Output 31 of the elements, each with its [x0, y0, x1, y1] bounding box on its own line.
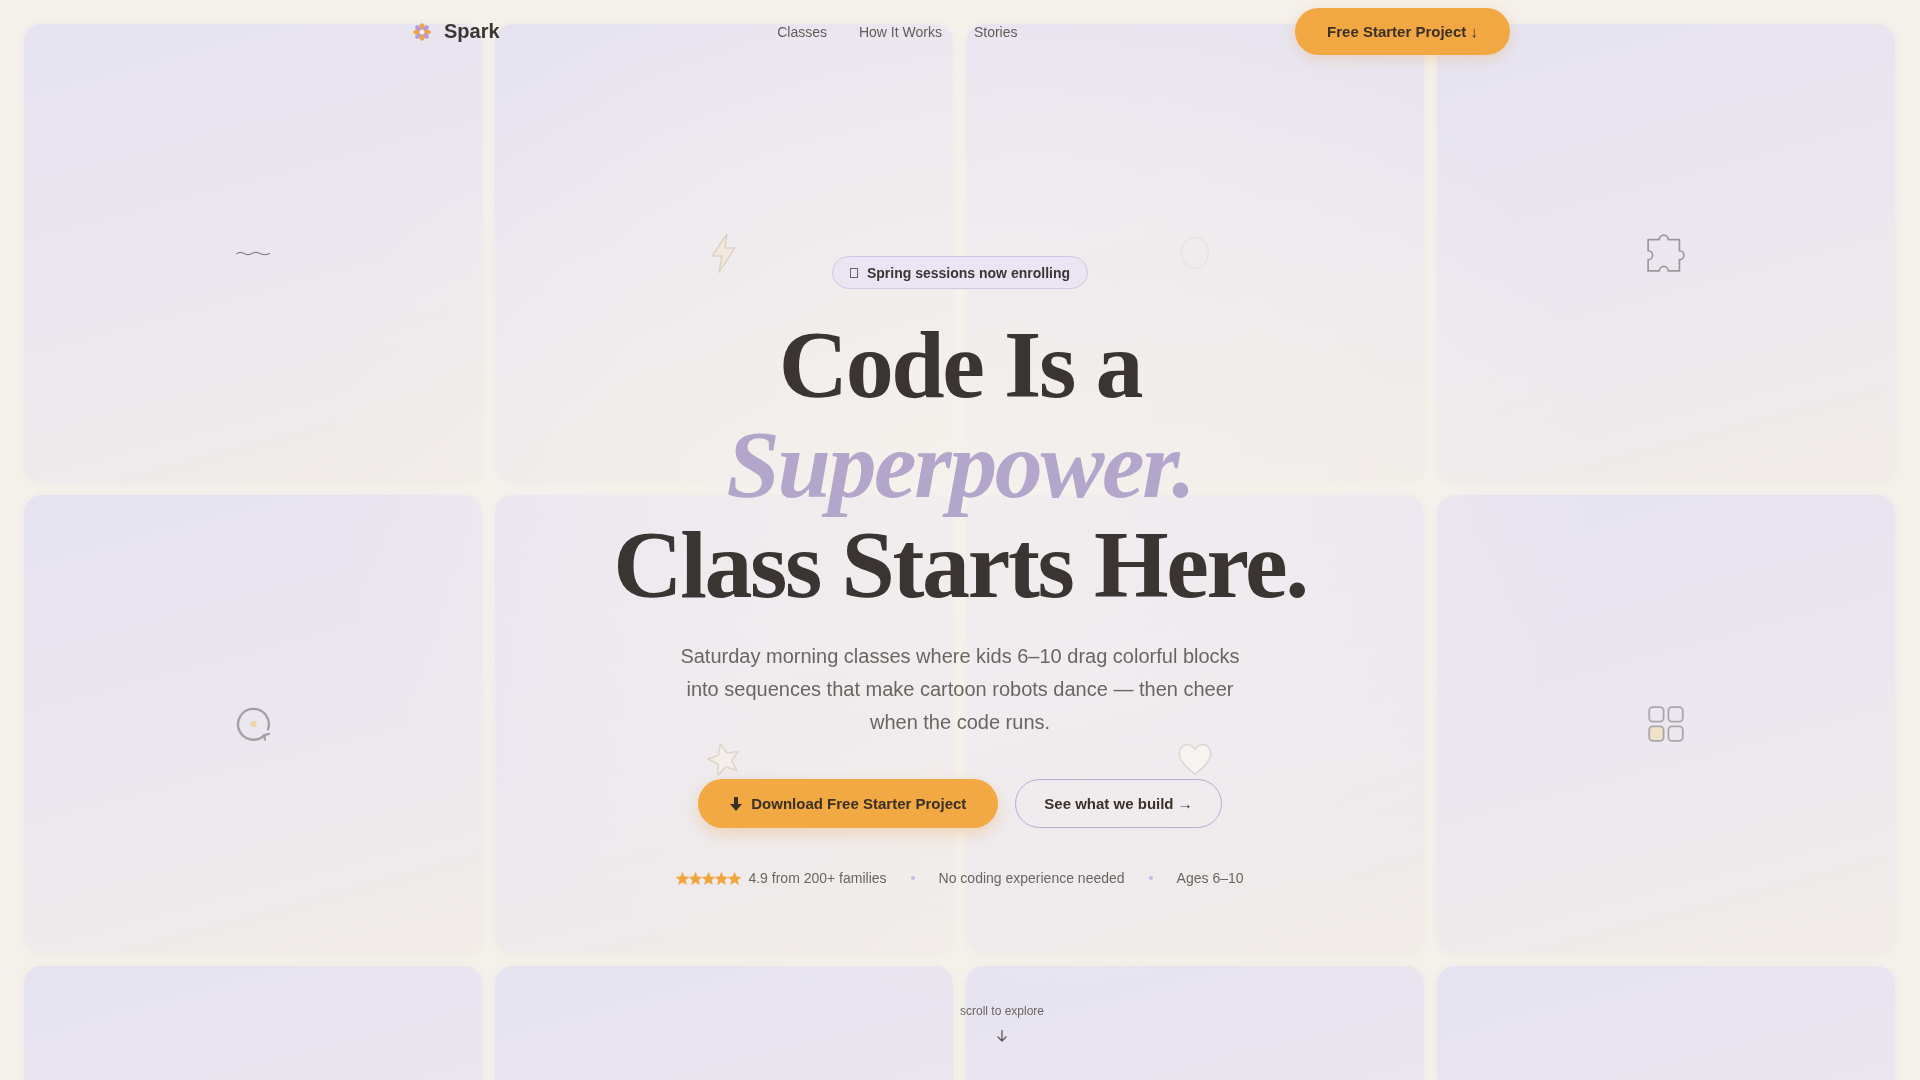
star-icon [689, 871, 703, 885]
download-project-button[interactable]: Download Free Starter Project [698, 779, 999, 828]
square-icon [850, 267, 858, 278]
separator-dot-icon [1148, 876, 1153, 880]
feature-text: Ages 6–10 [1176, 870, 1244, 886]
star-icon [702, 871, 716, 885]
nav-link[interactable]: Stories [973, 23, 1018, 40]
star-icon [676, 871, 690, 885]
flower-logo-icon [413, 22, 431, 41]
star-outline-icon [707, 742, 741, 776]
hero-description: Saturday morning classes where kids 6–10 drag colorful blocks into sequences that make cartoon robots dance — then cheer when the code runs. [679, 644, 1241, 735]
down-arrow-icon [730, 796, 743, 811]
puzzle-piece-icon [1647, 234, 1685, 272]
down-arrow-icon [997, 1030, 1007, 1042]
rating-text: 4.9 from 200+ families [748, 870, 887, 886]
separator-dot-icon [910, 876, 915, 880]
starter-project-button[interactable]: Free Starter Project ↓ [1295, 8, 1510, 55]
nav-link[interactable]: Classes [777, 23, 827, 40]
hero-heading: Code Is a Superpower. Class Starts Here. [613, 315, 1307, 615]
squiggle-icon [235, 250, 271, 256]
star-icon [715, 871, 729, 885]
star-icon [728, 871, 742, 885]
brand-name: Spark [444, 20, 500, 43]
grid-squares-icon [1648, 706, 1684, 742]
announcement-text: Spring sessions now enrolling [867, 264, 1070, 281]
scroll-hint-text: scroll to explore [960, 1004, 1044, 1018]
heart-icon [1178, 742, 1212, 776]
feature-text: No coding experience needed [938, 870, 1125, 886]
lightning-bolt-icon [711, 233, 737, 273]
nav-link[interactable]: How It Works [858, 23, 942, 40]
circular-arrow-icon [235, 706, 271, 742]
